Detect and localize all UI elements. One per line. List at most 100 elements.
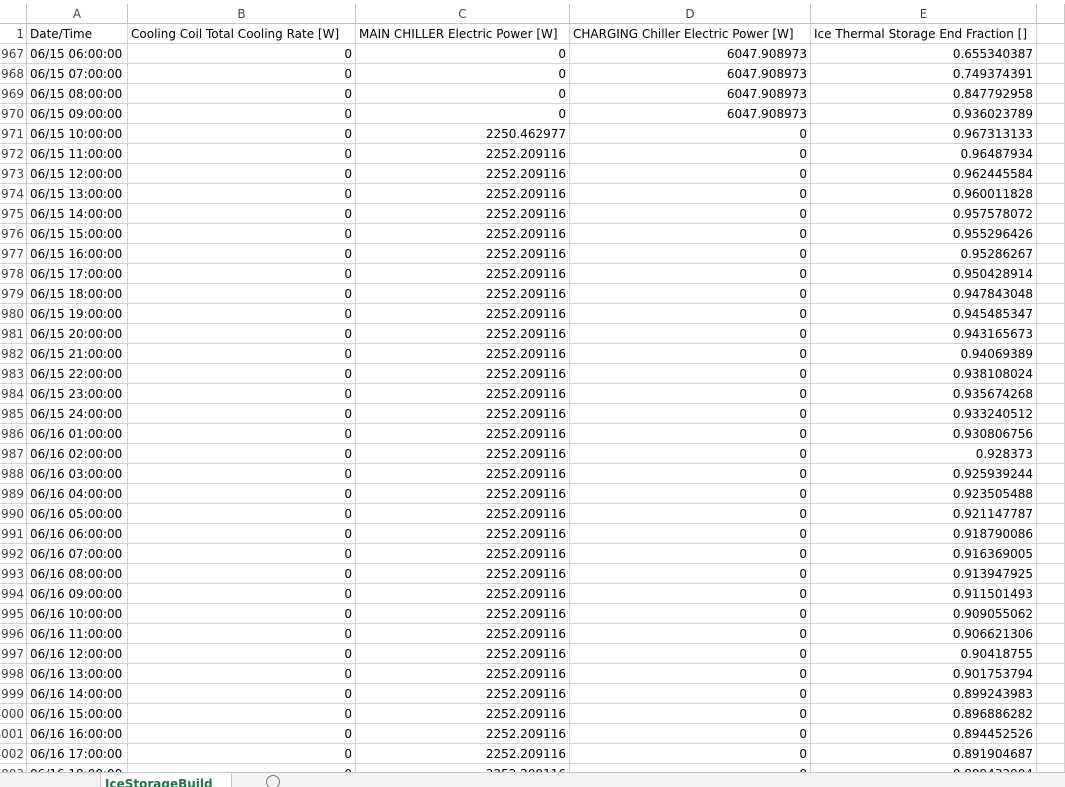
cell-c[interactable]: 2252.209116 xyxy=(356,164,570,184)
cell-b[interactable]: 0 xyxy=(128,504,356,524)
cell-c[interactable]: 2250.462977 xyxy=(356,124,570,144)
cell-b[interactable]: Cooling Coil Total Cooling Rate [W] xyxy=(128,24,356,44)
cell-a[interactable]: 06/16 17:00:00 xyxy=(27,744,128,764)
cell-b[interactable]: 0 xyxy=(128,644,356,664)
cell-f[interactable] xyxy=(1037,324,1065,344)
row-number[interactable]: 3972 xyxy=(0,144,27,164)
cell-e[interactable]: 0.923505488 xyxy=(811,484,1037,504)
cell-a[interactable]: 06/15 15:00:00 xyxy=(27,224,128,244)
cell-a[interactable]: 06/15 22:00:00 xyxy=(27,364,128,384)
cell-e[interactable]: 0.935674268 xyxy=(811,384,1037,404)
cell-c[interactable]: 2252.209116 xyxy=(356,724,570,744)
row-number[interactable]: 3982 xyxy=(0,344,27,364)
cell-b[interactable]: 0 xyxy=(128,144,356,164)
cell-b[interactable]: 0 xyxy=(128,464,356,484)
cell-c[interactable]: 0 xyxy=(356,104,570,124)
row-number[interactable]: 3994 xyxy=(0,584,27,604)
cell-b[interactable]: 0 xyxy=(128,684,356,704)
cell-c[interactable]: 2252.209116 xyxy=(356,384,570,404)
cell-f[interactable] xyxy=(1037,44,1065,64)
row-number[interactable]: 1 xyxy=(0,24,27,44)
cell-e[interactable]: 0.918790086 xyxy=(811,524,1037,544)
cell-f[interactable] xyxy=(1037,284,1065,304)
cell-f[interactable] xyxy=(1037,184,1065,204)
cell-a[interactable]: 06/16 02:00:00 xyxy=(27,444,128,464)
cell-e[interactable]: 0.847792958 xyxy=(811,84,1037,104)
cell-d[interactable]: 0 xyxy=(570,144,811,164)
cell-e[interactable]: 0.90418755 xyxy=(811,644,1037,664)
cell-d[interactable]: 0 xyxy=(570,704,811,724)
column-header-f[interactable] xyxy=(1037,4,1065,24)
row-number[interactable]: 3967 xyxy=(0,44,27,64)
column-header-c[interactable]: C xyxy=(356,4,570,24)
cell-c[interactable]: 0 xyxy=(356,84,570,104)
cell-d[interactable]: 0 xyxy=(570,184,811,204)
column-header-e[interactable]: E xyxy=(811,4,1037,24)
cell-a[interactable]: 06/15 17:00:00 xyxy=(27,264,128,284)
cell-b[interactable]: 0 xyxy=(128,584,356,604)
cell-c[interactable]: 2252.209116 xyxy=(356,504,570,524)
cell-b[interactable]: 0 xyxy=(128,404,356,424)
cell-e[interactable]: 0.655340387 xyxy=(811,44,1037,64)
cell-b[interactable]: 0 xyxy=(128,184,356,204)
cell-b[interactable]: 0 xyxy=(128,624,356,644)
cell-a[interactable]: Date/Time xyxy=(27,24,128,44)
row-number[interactable]: 3974 xyxy=(0,184,27,204)
cell-d[interactable]: 0 xyxy=(570,364,811,384)
cell-b[interactable]: 0 xyxy=(128,124,356,144)
cell-f[interactable] xyxy=(1037,704,1065,724)
row-number[interactable]: 3993 xyxy=(0,564,27,584)
cell-a[interactable]: 06/16 10:00:00 xyxy=(27,604,128,624)
cell-c[interactable]: 2252.209116 xyxy=(356,564,570,584)
cell-f[interactable] xyxy=(1037,204,1065,224)
cell-c[interactable]: 2252.209116 xyxy=(356,264,570,284)
cell-e[interactable]: 0.960011828 xyxy=(811,184,1037,204)
cell-c[interactable]: 2252.209116 xyxy=(356,304,570,324)
row-number[interactable]: 3996 xyxy=(0,624,27,644)
cell-e[interactable]: 0.96487934 xyxy=(811,144,1037,164)
cell-f[interactable] xyxy=(1037,744,1065,764)
cell-d[interactable]: 6047.908973 xyxy=(570,44,811,64)
cell-f[interactable] xyxy=(1037,664,1065,684)
cell-d[interactable]: 0 xyxy=(570,404,811,424)
cell-a[interactable]: 06/15 21:00:00 xyxy=(27,344,128,364)
cell-f[interactable] xyxy=(1037,624,1065,644)
cell-a[interactable]: 06/15 08:00:00 xyxy=(27,84,128,104)
cell-c[interactable]: 0 xyxy=(356,64,570,84)
cell-d[interactable]: 6047.908973 xyxy=(570,104,811,124)
cell-e[interactable]: 0.911501493 xyxy=(811,584,1037,604)
row-number[interactable]: 3981 xyxy=(0,324,27,344)
row-number[interactable]: 3986 xyxy=(0,424,27,444)
cell-e[interactable]: 0.925939244 xyxy=(811,464,1037,484)
cell-e[interactable]: 0.909055062 xyxy=(811,604,1037,624)
cell-e[interactable]: 0.928373 xyxy=(811,444,1037,464)
cell-a[interactable]: 06/16 09:00:00 xyxy=(27,584,128,604)
cell-a[interactable]: 06/16 07:00:00 xyxy=(27,544,128,564)
cell-e[interactable]: 0.901753794 xyxy=(811,664,1037,684)
cell-a[interactable]: 06/16 11:00:00 xyxy=(27,624,128,644)
cell-f[interactable] xyxy=(1037,264,1065,284)
cell-f[interactable] xyxy=(1037,684,1065,704)
cell-f[interactable] xyxy=(1037,304,1065,324)
cell-d[interactable]: 0 xyxy=(570,744,811,764)
cell-e[interactable]: 0.947843048 xyxy=(811,284,1037,304)
row-number[interactable]: 3969 xyxy=(0,84,27,104)
cell-a[interactable]: 06/15 06:00:00 xyxy=(27,44,128,64)
cell-d[interactable]: 0 xyxy=(570,664,811,684)
cell-b[interactable]: 0 xyxy=(128,64,356,84)
cell-d[interactable]: 0 xyxy=(570,484,811,504)
cell-d[interactable]: 0 xyxy=(570,344,811,364)
cell-d[interactable]: 0 xyxy=(570,604,811,624)
cell-d[interactable]: 0 xyxy=(570,544,811,564)
cell-f[interactable] xyxy=(1037,564,1065,584)
cell-f[interactable] xyxy=(1037,84,1065,104)
cell-e[interactable]: 0.899243983 xyxy=(811,684,1037,704)
column-header-d[interactable]: D xyxy=(570,4,811,24)
cell-d[interactable]: 0 xyxy=(570,684,811,704)
row-number[interactable]: 3997 xyxy=(0,644,27,664)
cell-f[interactable] xyxy=(1037,64,1065,84)
cell-e[interactable]: 0.896886282 xyxy=(811,704,1037,724)
cell-f[interactable] xyxy=(1037,424,1065,444)
cell-c[interactable]: 2252.209116 xyxy=(356,144,570,164)
cell-b[interactable]: 0 xyxy=(128,164,356,184)
